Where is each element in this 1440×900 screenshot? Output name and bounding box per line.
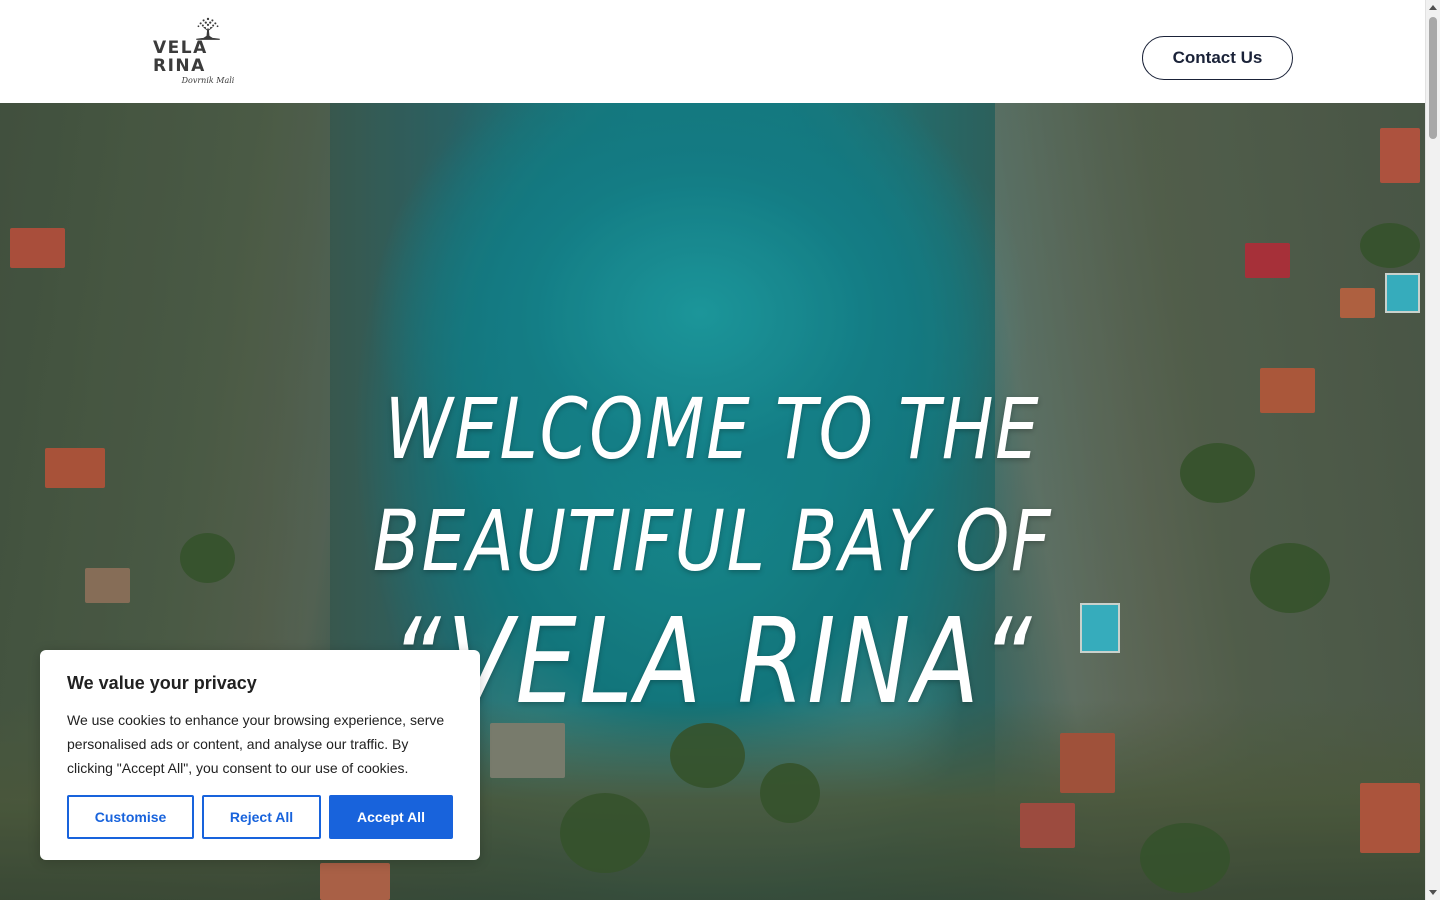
hero-title-line1: WELCOME TO THE <box>384 380 1041 478</box>
reject-all-button[interactable]: Reject All <box>202 795 321 839</box>
scroll-thumb[interactable] <box>1429 17 1437 139</box>
accept-all-button[interactable]: Accept All <box>329 795 453 839</box>
site-header: VELA RINA Dovrnik Mali Contact Us <box>0 0 1425 103</box>
cookie-consent-banner: We value your privacy We use cookies to … <box>40 650 480 860</box>
contact-us-button[interactable]: Contact Us <box>1142 36 1293 80</box>
hero-title-line2: BEAUTIFUL BAY OF <box>372 492 1053 590</box>
page-scrollbar[interactable] <box>1425 0 1440 900</box>
cookie-title: We value your privacy <box>67 673 257 693</box>
cookie-buttons: Customise Reject All Accept All <box>67 795 453 839</box>
scroll-up-arrow-icon[interactable] <box>1429 5 1437 10</box>
customise-button[interactable]: Customise <box>67 795 194 839</box>
site-logo[interactable]: VELA RINA Dovrnik Mali <box>153 16 263 86</box>
cookie-description: We use cookies to enhance your browsing … <box>67 712 445 776</box>
logo-subtitle: Dovrnik Mali <box>181 76 235 85</box>
scroll-down-arrow-icon[interactable] <box>1429 890 1437 895</box>
logo-name: VELA RINA <box>153 38 208 76</box>
